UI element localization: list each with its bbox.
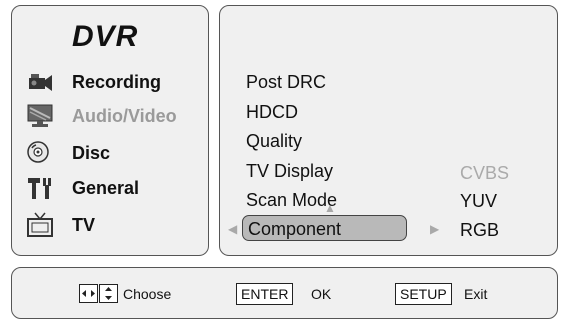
help-bar: Choose ENTER OK SETUP Exit [11, 267, 558, 319]
direction-keys-icon [79, 284, 118, 303]
disc-icon [27, 141, 49, 163]
menu-item-component[interactable]: Component [242, 215, 407, 241]
left-arrow-icon: ◀ [228, 222, 238, 236]
sidebar-item-disc[interactable]: Disc [26, 140, 206, 170]
sidebar-item-label: Audio/Video [72, 106, 177, 126]
sidebar-item-general[interactable]: General [26, 175, 206, 205]
menu-item-post-drc[interactable]: Post DRC [246, 72, 326, 93]
ok-label: OK [311, 286, 332, 302]
sidebar-item-label: Recording [72, 72, 162, 92]
option-yuv[interactable]: YUV [460, 191, 497, 212]
category-sidebar: DVR Recording Audio/Video Disc General T… [11, 5, 209, 256]
exit-label: Exit [464, 286, 488, 302]
sidebar-item-tv[interactable]: TV [26, 212, 206, 242]
sidebar-item-label: TV [72, 215, 96, 235]
menu-item-hdcd[interactable]: HDCD [246, 102, 298, 123]
option-cvbs: CVBS [460, 163, 510, 183]
brand-title: DVR [72, 20, 139, 53]
choose-label: Choose [123, 286, 172, 302]
settings-panel: Post DRC HDCD Quality TV Display Scan Mo… [219, 5, 558, 256]
up-arrow-icon: ▲ [324, 201, 336, 215]
sidebar-item-recording[interactable]: Recording [26, 69, 206, 99]
monitor-icon [27, 104, 53, 127]
option-rgb[interactable]: RGB [460, 220, 499, 241]
tv-icon [27, 212, 53, 237]
sidebar-item-label: Disc [72, 143, 111, 163]
right-arrow-icon: ▶ [430, 222, 440, 236]
setup-key: SETUP [395, 283, 452, 305]
menu-item-quality[interactable]: Quality [246, 131, 302, 152]
camera-icon [29, 74, 52, 91]
menu-item-tv-display[interactable]: TV Display [246, 161, 333, 182]
sidebar-item-audio-video[interactable]: Audio/Video [26, 103, 206, 133]
enter-key: ENTER [236, 283, 294, 305]
tools-icon [28, 178, 51, 199]
sidebar-item-label: General [72, 178, 140, 198]
